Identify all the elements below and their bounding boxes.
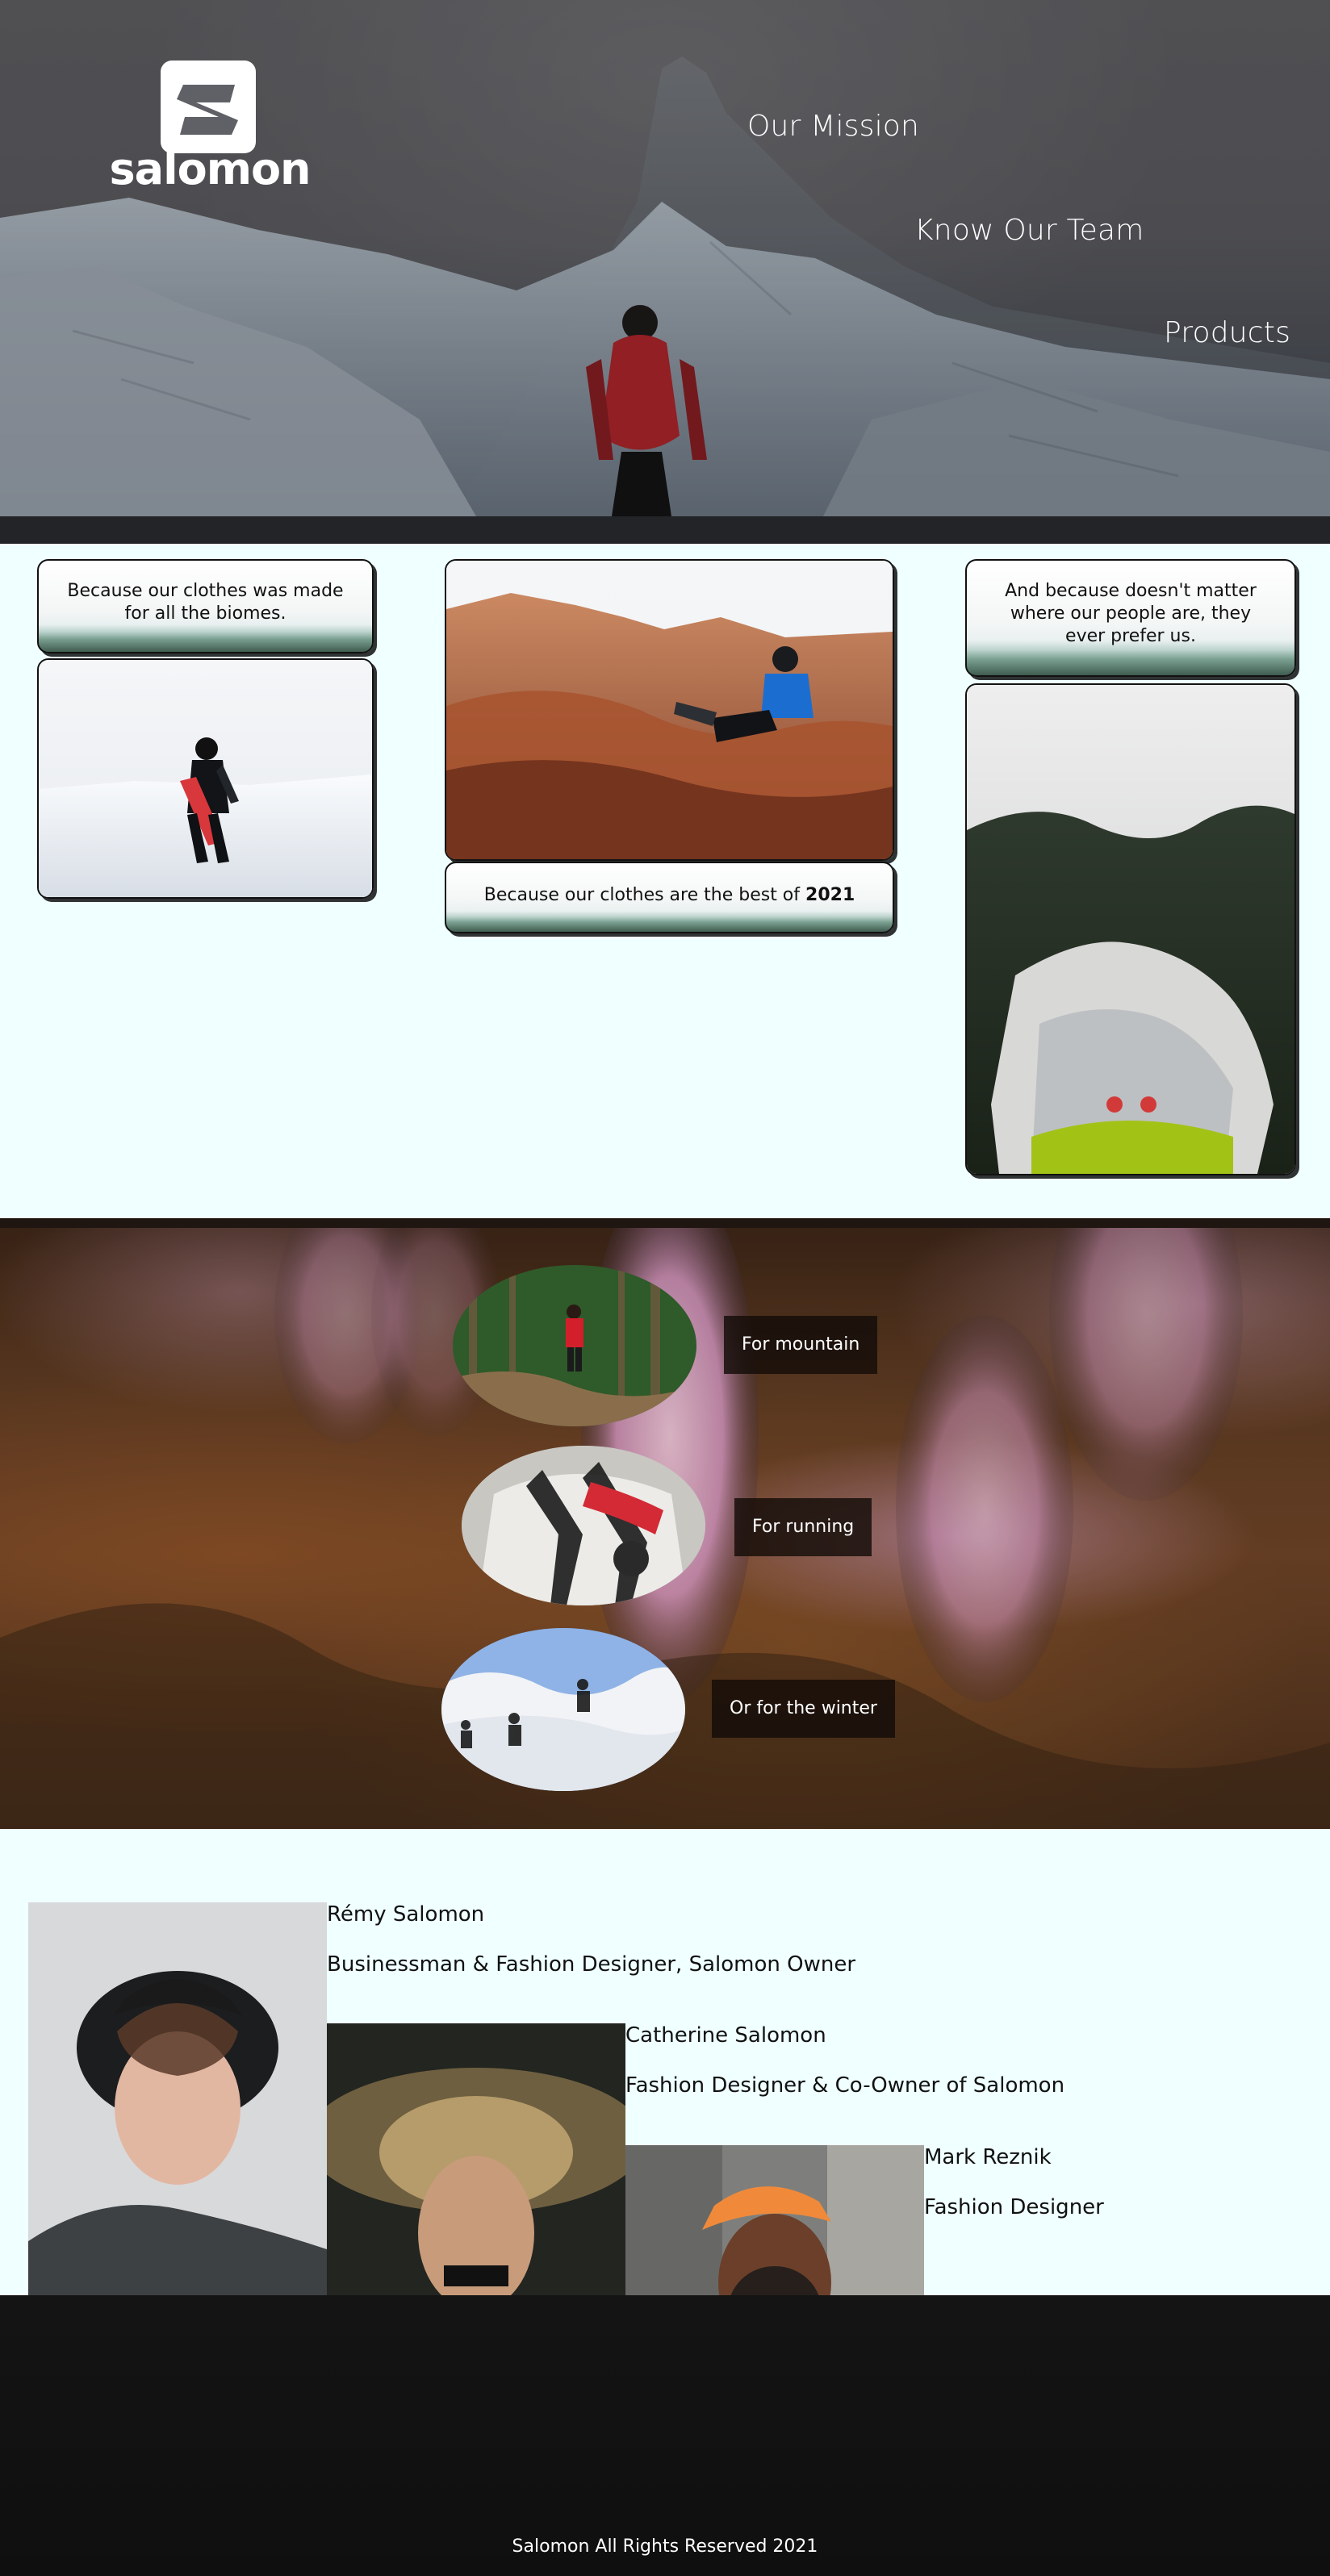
brand-name: salomon [109, 144, 312, 194]
team-name-remy: Rémy Salomon [327, 1902, 485, 1927]
team-role-catherine: Fashion Designer & Co-Owner of Salomon [625, 2073, 1065, 2098]
winter-category-image[interactable] [441, 1628, 685, 1791]
flowers-top-border [0, 1218, 1330, 1228]
nav-products[interactable]: Products [1164, 316, 1290, 349]
brand-logo[interactable]: salomon [101, 61, 319, 202]
salomon-s-icon [161, 61, 256, 153]
running-category-image[interactable] [462, 1446, 705, 1605]
banner-middle-year: 2021 [805, 885, 855, 905]
snowboarder-photo [37, 658, 374, 899]
team-role-mark: Fashion Designer [924, 2195, 1104, 2219]
feature-banner-left: Because our clothes was made for all the… [37, 559, 374, 653]
footer [0, 2295, 1330, 2576]
hero-divider [0, 516, 1330, 544]
category-or-for-the-winter[interactable]: Or for the winter [712, 1680, 895, 1738]
team-name-mark: Mark Reznik [924, 2145, 1052, 2169]
team-photo-remy [28, 1902, 327, 2350]
cliff-edge-photo [965, 683, 1296, 1175]
hero-banner: salomon Our Mission Know Our Team Produc… [0, 0, 1330, 516]
feature-banner-right: And because doesn't matter where our peo… [965, 559, 1296, 677]
category-for-mountain[interactable]: For mountain [724, 1316, 878, 1374]
feature-banner-middle: Because our clothes are the best of 2021 [445, 862, 894, 933]
footer-copyright: Salomon All Rights Reserved 2021 [512, 2536, 818, 2557]
nav-know-our-team[interactable]: Know Our Team [914, 214, 1144, 247]
category-for-running[interactable]: For running [734, 1498, 872, 1556]
team-name-catherine: Catherine Salomon [625, 2023, 826, 2048]
team-role-remy: Businessman & Fashion Designer, Salomon … [327, 1952, 856, 1977]
banner-middle-text: Because our clothes are the best of [483, 885, 806, 905]
nav-our-mission[interactable]: Our Mission [747, 110, 919, 143]
mountain-category-image[interactable] [453, 1265, 696, 1426]
canyon-photo [445, 559, 894, 861]
